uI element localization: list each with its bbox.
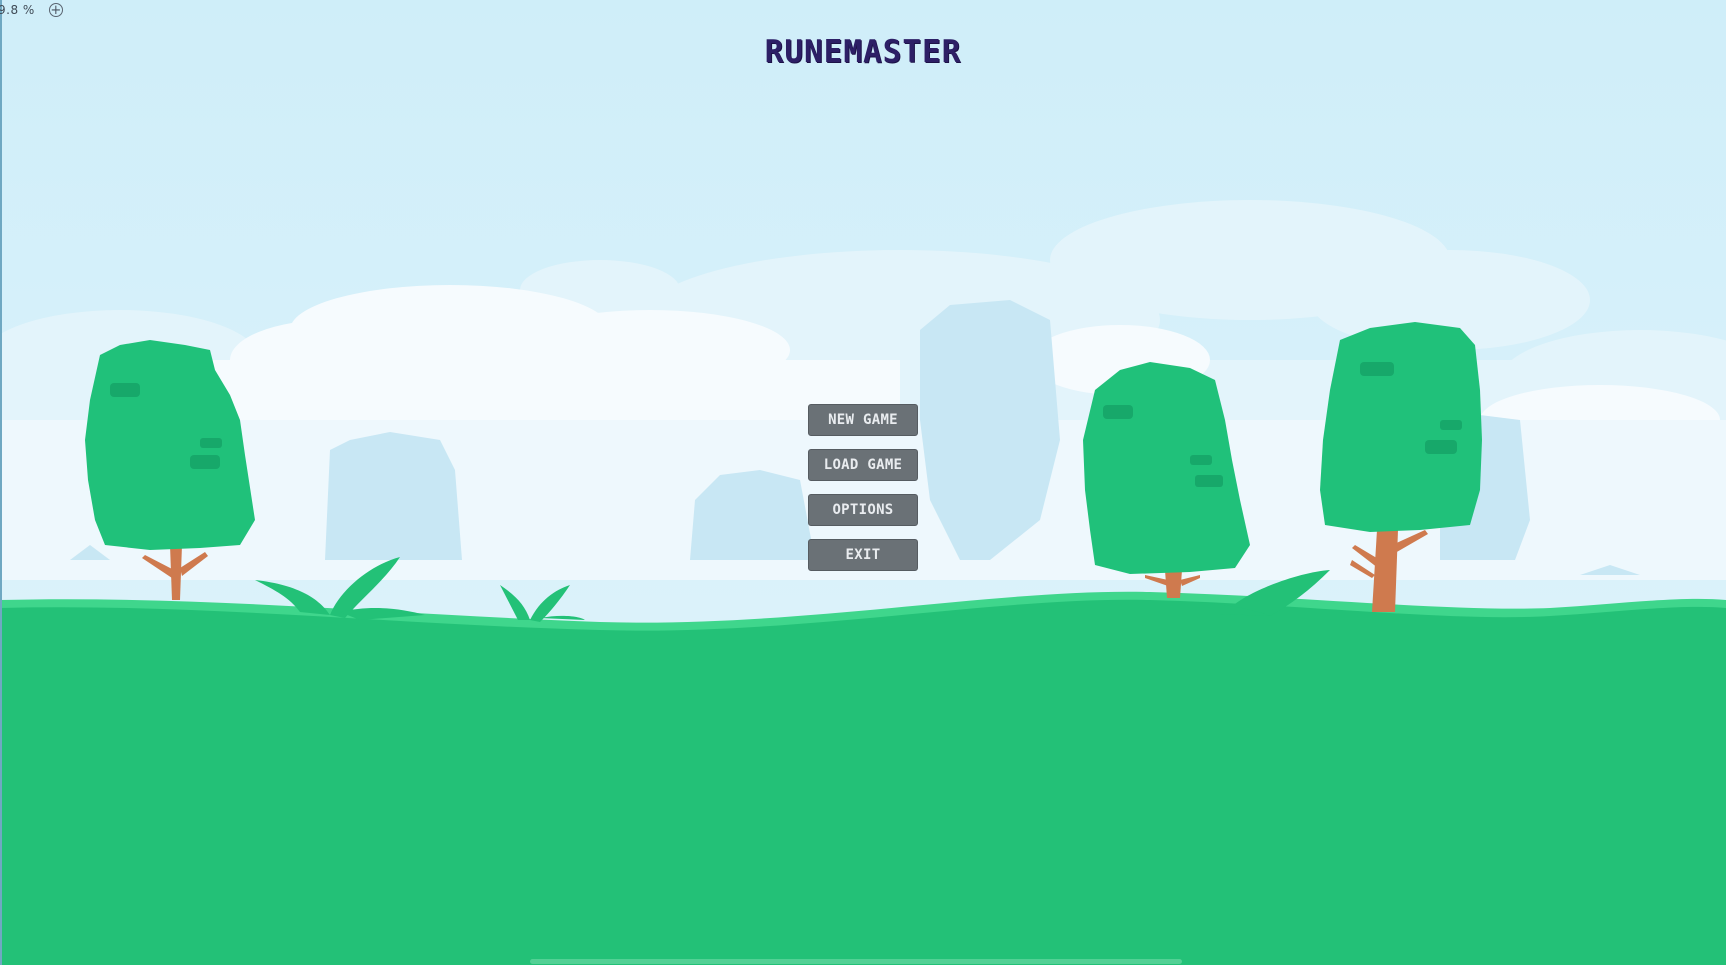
main-menu: NEW GAME LOAD GAME OPTIONS EXIT <box>808 404 918 571</box>
horizontal-scrollbar[interactable] <box>530 959 1182 964</box>
zoom-level-text: 9.8 % <box>0 3 35 17</box>
exit-button[interactable]: EXIT <box>808 539 918 571</box>
options-button[interactable]: OPTIONS <box>808 494 918 526</box>
new-game-button[interactable]: NEW GAME <box>808 404 918 436</box>
game-title: RUNEMASTER <box>764 34 962 70</box>
game-scene: 9.8 % + RUNEMASTER NEW GAME LOAD GAME OP… <box>0 0 1726 965</box>
ground <box>0 599 1726 965</box>
window-left-edge <box>0 0 2 965</box>
zoom-indicator: 9.8 % + <box>0 3 63 17</box>
load-game-button[interactable]: LOAD GAME <box>808 449 918 481</box>
plus-circle-icon[interactable]: + <box>48 3 63 17</box>
